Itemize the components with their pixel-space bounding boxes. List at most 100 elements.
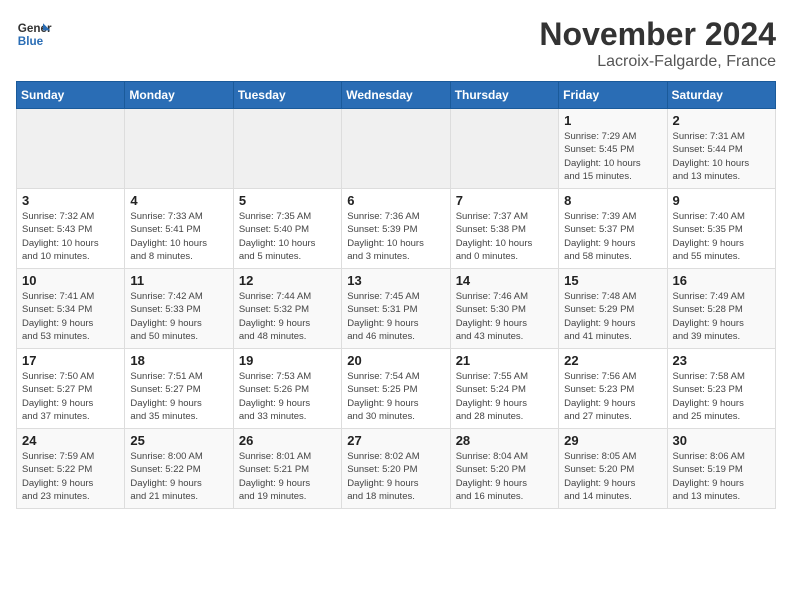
day-number: 11 xyxy=(130,273,227,288)
day-info: Sunrise: 7:29 AMSunset: 5:45 PMDaylight:… xyxy=(564,130,661,183)
logo-icon: General Blue xyxy=(16,16,52,52)
calendar-week-3: 10 Sunrise: 7:41 AMSunset: 5:34 PMDayligh… xyxy=(17,269,776,349)
location-title: Lacroix-Falgarde, France xyxy=(539,53,776,71)
calendar-cell: 14Sunrise: 7:46 AMSunset: 5:30 PMDayligh… xyxy=(450,269,558,349)
day-info: Sunrise: 8:05 AMSunset: 5:20 PMDaylight:… xyxy=(564,450,661,503)
header: General Blue November 2024 Lacroix-Falga… xyxy=(16,16,776,71)
day-number: 17 xyxy=(22,353,119,368)
day-number: 12 xyxy=(239,273,336,288)
day-number: 22 xyxy=(564,353,661,368)
column-header-friday: Friday xyxy=(559,82,667,109)
day-number: 20 xyxy=(347,353,444,368)
day-number: 30 xyxy=(673,433,770,448)
month-title: November 2024 xyxy=(539,16,776,53)
calendar-cell: 7 Sunrise: 7:37 AMSunset: 5:38 PMDaylight… xyxy=(450,189,558,269)
day-info: Sunrise: 7:51 AMSunset: 5:27 PMDaylight:… xyxy=(130,370,227,423)
day-number: 10 xyxy=(22,273,119,288)
calendar-cell: 20 Sunrise: 7:54 AMSunset: 5:25 PMDayligh… xyxy=(342,349,450,429)
day-number: 16 xyxy=(673,273,770,288)
column-header-thursday: Thursday xyxy=(450,82,558,109)
day-number: 5 xyxy=(239,193,336,208)
title-area: November 2024 Lacroix-Falgarde, France xyxy=(539,16,776,71)
day-number: 13 xyxy=(347,273,444,288)
calendar-cell: 1Sunrise: 7:29 AMSunset: 5:45 PMDaylight… xyxy=(559,109,667,189)
column-header-wednesday: Wednesday xyxy=(342,82,450,109)
column-header-tuesday: Tuesday xyxy=(233,82,341,109)
calendar-week-4: 17 Sunrise: 7:50 AMSunset: 5:27 PMDayligh… xyxy=(17,349,776,429)
day-number: 2 xyxy=(673,113,770,128)
column-header-monday: Monday xyxy=(125,82,233,109)
calendar-week-5: 24 Sunrise: 7:59 AMSunset: 5:22 PMDayligh… xyxy=(17,429,776,509)
calendar-cell: 13 Sunrise: 7:45 AMSunset: 5:31 PMDayligh… xyxy=(342,269,450,349)
day-number: 7 xyxy=(456,193,553,208)
svg-text:Blue: Blue xyxy=(18,35,44,48)
day-info: Sunrise: 7:41 AMSunset: 5:34 PMDaylight:… xyxy=(22,290,119,343)
calendar-cell: 6 Sunrise: 7:36 AMSunset: 5:39 PMDaylight… xyxy=(342,189,450,269)
calendar-body: 1Sunrise: 7:29 AMSunset: 5:45 PMDaylight… xyxy=(17,109,776,509)
calendar-cell: 4Sunrise: 7:33 AMSunset: 5:41 PMDaylight… xyxy=(125,189,233,269)
day-number: 6 xyxy=(347,193,444,208)
calendar-cell xyxy=(233,109,341,189)
day-info: Sunrise: 7:31 AMSunset: 5:44 PMDaylight:… xyxy=(673,130,770,183)
day-info: Sunrise: 8:06 AMSunset: 5:19 PMDaylight:… xyxy=(673,450,770,503)
day-info: Sunrise: 7:49 AMSunset: 5:28 PMDaylight:… xyxy=(673,290,770,343)
calendar-cell: 19Sunrise: 7:53 AMSunset: 5:26 PMDayligh… xyxy=(233,349,341,429)
calendar-cell: 3 Sunrise: 7:32 AMSunset: 5:43 PMDaylight… xyxy=(17,189,125,269)
day-number: 27 xyxy=(347,433,444,448)
calendar-cell: 23 Sunrise: 7:58 AMSunset: 5:23 PMDayligh… xyxy=(667,349,775,429)
calendar-table: SundayMondayTuesdayWednesdayThursdayFrid… xyxy=(16,81,776,509)
calendar-cell: 15Sunrise: 7:48 AMSunset: 5:29 PMDayligh… xyxy=(559,269,667,349)
day-info: Sunrise: 7:42 AMSunset: 5:33 PMDaylight:… xyxy=(130,290,227,343)
calendar-cell xyxy=(342,109,450,189)
day-info: Sunrise: 7:58 AMSunset: 5:23 PMDaylight:… xyxy=(673,370,770,423)
calendar-cell: 17 Sunrise: 7:50 AMSunset: 5:27 PMDayligh… xyxy=(17,349,125,429)
day-number: 8 xyxy=(564,193,661,208)
day-number: 18 xyxy=(130,353,227,368)
day-info: Sunrise: 7:56 AMSunset: 5:23 PMDaylight:… xyxy=(564,370,661,423)
calendar-cell: 28Sunrise: 8:04 AMSunset: 5:20 PMDayligh… xyxy=(450,429,558,509)
day-info: Sunrise: 7:59 AMSunset: 5:22 PMDaylight:… xyxy=(22,450,119,503)
day-number: 19 xyxy=(239,353,336,368)
calendar-cell: 22 Sunrise: 7:56 AMSunset: 5:23 PMDayligh… xyxy=(559,349,667,429)
column-header-saturday: Saturday xyxy=(667,82,775,109)
day-info: Sunrise: 7:39 AMSunset: 5:37 PMDaylight:… xyxy=(564,210,661,263)
day-info: Sunrise: 7:36 AMSunset: 5:39 PMDaylight:… xyxy=(347,210,444,263)
day-number: 3 xyxy=(22,193,119,208)
logo: General Blue xyxy=(16,16,52,52)
day-info: Sunrise: 7:50 AMSunset: 5:27 PMDaylight:… xyxy=(22,370,119,423)
calendar-cell xyxy=(450,109,558,189)
calendar-cell xyxy=(125,109,233,189)
day-info: Sunrise: 7:48 AMSunset: 5:29 PMDaylight:… xyxy=(564,290,661,343)
calendar-cell: 30 Sunrise: 8:06 AMSunset: 5:19 PMDayligh… xyxy=(667,429,775,509)
day-info: Sunrise: 7:45 AMSunset: 5:31 PMDaylight:… xyxy=(347,290,444,343)
calendar-cell xyxy=(17,109,125,189)
day-info: Sunrise: 7:33 AMSunset: 5:41 PMDaylight:… xyxy=(130,210,227,263)
day-info: Sunrise: 7:44 AMSunset: 5:32 PMDaylight:… xyxy=(239,290,336,343)
calendar-cell: 8 Sunrise: 7:39 AMSunset: 5:37 PMDaylight… xyxy=(559,189,667,269)
day-info: Sunrise: 8:02 AMSunset: 5:20 PMDaylight:… xyxy=(347,450,444,503)
day-number: 9 xyxy=(673,193,770,208)
day-number: 23 xyxy=(673,353,770,368)
day-number: 24 xyxy=(22,433,119,448)
calendar-cell: 25Sunrise: 8:00 AMSunset: 5:22 PMDayligh… xyxy=(125,429,233,509)
calendar-cell: 21Sunrise: 7:55 AMSunset: 5:24 PMDayligh… xyxy=(450,349,558,429)
day-info: Sunrise: 7:54 AMSunset: 5:25 PMDaylight:… xyxy=(347,370,444,423)
calendar-cell: 9Sunrise: 7:40 AMSunset: 5:35 PMDaylight… xyxy=(667,189,775,269)
calendar-week-1: 1Sunrise: 7:29 AMSunset: 5:45 PMDaylight… xyxy=(17,109,776,189)
column-header-sunday: Sunday xyxy=(17,82,125,109)
day-info: Sunrise: 7:32 AMSunset: 5:43 PMDaylight:… xyxy=(22,210,119,263)
calendar-week-2: 3 Sunrise: 7:32 AMSunset: 5:43 PMDaylight… xyxy=(17,189,776,269)
calendar-cell: 12 Sunrise: 7:44 AMSunset: 5:32 PMDayligh… xyxy=(233,269,341,349)
calendar-cell: 10 Sunrise: 7:41 AMSunset: 5:34 PMDayligh… xyxy=(17,269,125,349)
day-info: Sunrise: 7:37 AMSunset: 5:38 PMDaylight:… xyxy=(456,210,553,263)
day-number: 14 xyxy=(456,273,553,288)
calendar-cell: 24 Sunrise: 7:59 AMSunset: 5:22 PMDayligh… xyxy=(17,429,125,509)
calendar-cell: 11 Sunrise: 7:42 AMSunset: 5:33 PMDayligh… xyxy=(125,269,233,349)
calendar-cell: 26Sunrise: 8:01 AMSunset: 5:21 PMDayligh… xyxy=(233,429,341,509)
calendar-cell: 2 Sunrise: 7:31 AMSunset: 5:44 PMDaylight… xyxy=(667,109,775,189)
calendar-header-row: SundayMondayTuesdayWednesdayThursdayFrid… xyxy=(17,82,776,109)
calendar-cell: 27 Sunrise: 8:02 AMSunset: 5:20 PMDayligh… xyxy=(342,429,450,509)
day-number: 28 xyxy=(456,433,553,448)
calendar-cell: 5Sunrise: 7:35 AMSunset: 5:40 PMDaylight… xyxy=(233,189,341,269)
calendar-cell: 18 Sunrise: 7:51 AMSunset: 5:27 PMDayligh… xyxy=(125,349,233,429)
